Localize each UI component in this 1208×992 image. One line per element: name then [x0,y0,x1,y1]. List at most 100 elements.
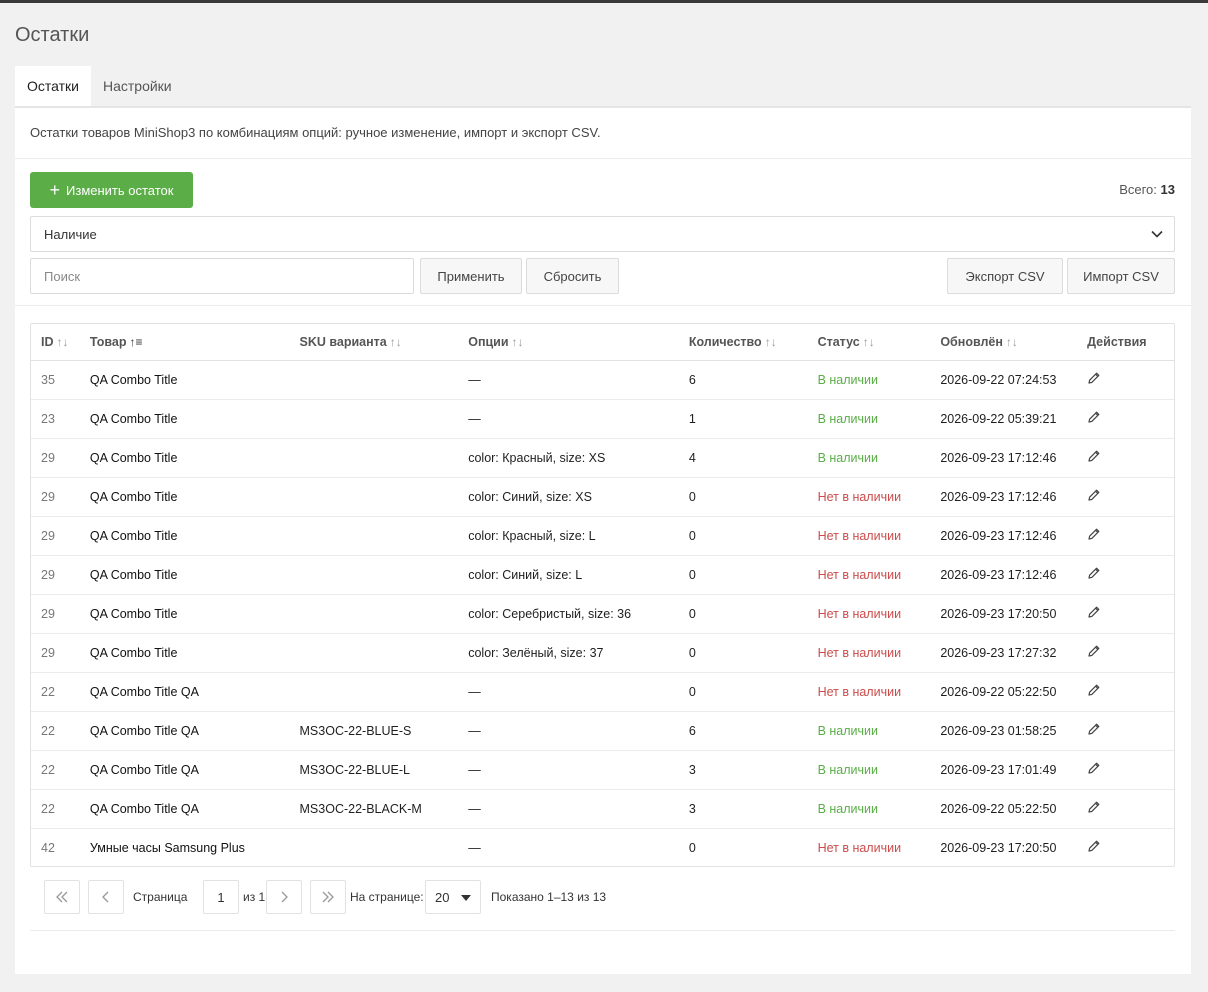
cell-options: — [468,711,689,751]
cell-options: — [468,750,689,790]
pencil-icon[interactable] [1087,605,1101,622]
page-number-input[interactable] [203,880,239,914]
cell-id: 22 [31,711,90,751]
next-page-button[interactable] [266,880,302,914]
search-input[interactable] [30,258,414,294]
sort-asc-icon: ↑≡ [129,334,143,349]
cell-quantity: 4 [688,438,818,478]
col-sku[interactable]: SKU варианта ↑↓ [299,324,469,361]
col-id[interactable]: ID ↑↓ [31,324,90,361]
cell-actions [1087,750,1174,790]
divider [30,930,1175,931]
per-page-select[interactable]: 20 [425,880,481,914]
page-of-label: из 1 [243,890,266,904]
cell-product: Умные часы Samsung Plus [89,840,245,855]
cell-quantity: 3 [688,789,818,829]
availability-filter-select[interactable]: Наличие [30,216,1175,252]
cell-sku [299,633,469,673]
pencil-icon[interactable] [1087,722,1101,739]
cell-quantity: 0 [688,555,818,595]
cell-updated: 2026-09-22 05:22:50 [940,789,1088,829]
table-row: 29 QA Combo Title color: Синий, size: L 0 Не… [31,555,1174,595]
pencil-icon[interactable] [1087,839,1101,856]
cell-product: QA Combo Title [89,555,300,595]
cell-sku [299,477,469,517]
cell-updated: 2026-09-23 17:20:50 [940,840,1057,855]
pencil-icon[interactable] [1087,566,1101,583]
cell-actions [1087,672,1174,712]
cell-sku [299,399,469,439]
cell-actions [1087,477,1174,517]
stock-table: ID ↑↓ Товар ↑≡ SKU варианта ↑↓ Опции ↑↓ Коли… [30,323,1175,867]
col-quantity[interactable]: Количество ↑↓ [688,324,818,361]
cell-id: 29 [31,555,90,595]
pencil-icon[interactable] [1087,488,1101,505]
cell-sku [300,828,469,867]
cell-product: QA Combo Title QA [89,711,300,751]
tab-stock[interactable]: Остатки [15,66,91,106]
cell-status: Нет в наличии [817,516,941,556]
cell-actions [1087,789,1174,829]
pencil-icon[interactable] [1087,449,1101,466]
cell-updated: 2026-09-23 17:01:49 [940,750,1088,790]
cell-updated: 2026-09-22 05:39:21 [940,399,1088,439]
export-csv-button[interactable]: Экспорт CSV [947,258,1063,294]
cell-id: 35 [31,360,90,400]
col-options[interactable]: Опции ↑↓ [468,324,689,361]
total-count: Всего: 13 [1119,182,1175,197]
double-chevron-left-icon [56,891,68,903]
page-description: Остатки товаров MiniShop3 по комбинациям… [30,125,601,140]
cell-options: — [468,840,481,855]
pencil-icon[interactable] [1087,683,1101,700]
cell-product: QA Combo Title [89,438,300,478]
reset-button[interactable]: Сбросить [526,258,619,294]
pencil-icon[interactable] [1087,800,1101,817]
change-stock-label: Изменить остаток [66,182,174,198]
chevron-down-icon [1151,230,1163,238]
table-row: 29 QA Combo Title color: Синий, size: XS 0 Н… [31,477,1174,517]
cell-status: Нет в наличии [817,633,941,673]
cell-options: color: Синий, size: XS [468,477,689,517]
table-row: 29 QA Combo Title color: Серебристый, size… [31,594,1174,634]
first-page-button[interactable] [44,880,80,914]
table-row: 29 QA Combo Title color: Красный, size: XS… [31,438,1174,478]
col-actions: Действия [1087,324,1174,361]
table-row: 22 QA Combo Title QA MS3OC-22-BLUE-L —3 В на… [31,750,1174,790]
pencil-icon[interactable] [1087,761,1101,778]
cell-status: В наличии [817,399,941,439]
import-csv-button[interactable]: Импорт CSV [1067,258,1175,294]
sort-icon: ↑↓ [56,334,69,349]
cell-sku: MS3OC-22-BLACK-M [299,789,469,829]
change-stock-button[interactable]: + Изменить остаток [30,172,193,208]
chevron-right-icon [281,891,288,903]
cell-status: В наличии [817,750,941,790]
pencil-icon[interactable] [1087,371,1101,388]
pencil-icon[interactable] [1087,410,1101,427]
cell-actions [1087,516,1174,556]
last-page-button[interactable] [310,880,346,914]
cell-quantity: 6 [688,711,818,751]
sort-icon: ↑↓ [389,334,402,349]
sort-icon: ↑↓ [1005,334,1018,349]
cell-quantity: 0 [688,477,818,517]
cell-product: QA Combo Title [89,360,300,400]
cell-actions [1087,438,1174,478]
tab-settings[interactable]: Настройки [91,66,184,106]
cell-options: color: Серебристый, size: 36 [468,594,689,634]
cell-product: QA Combo Title [89,399,300,439]
cell-quantity: 1 [688,399,818,439]
cell-actions [1087,828,1174,867]
table-row: 23 QA Combo Title —1 В наличии 2026-09-22 05… [31,399,1174,439]
total-label: Всего: [1119,182,1157,197]
col-updated[interactable]: Обновлён ↑↓ [940,324,1088,361]
cell-sku: MS3OC-22-BLUE-L [299,750,469,790]
cell-updated: 2026-09-23 17:20:50 [940,594,1088,634]
pencil-icon[interactable] [1087,644,1101,661]
col-product[interactable]: Товар ↑≡ [89,324,300,361]
apply-button[interactable]: Применить [420,258,522,294]
table-row: 29 QA Combo Title color: Зелёный, size: 37… [31,633,1174,673]
col-status[interactable]: Статус ↑↓ [817,324,941,361]
pencil-icon[interactable] [1087,527,1101,544]
sort-icon: ↑↓ [764,334,777,349]
prev-page-button[interactable] [88,880,124,914]
